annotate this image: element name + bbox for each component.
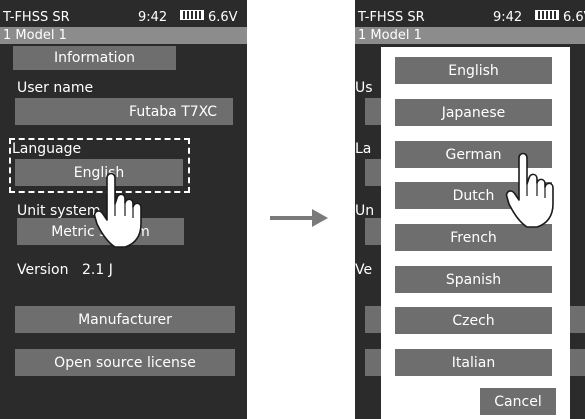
background-field-edge [570,306,585,333]
cancel-button[interactable]: Cancel [480,388,556,415]
voltage: 6.6V [208,10,238,25]
language-option-czech[interactable]: Czech [395,307,552,334]
screen-before: T-FHSS SR 9:42 6.6V 1 Model 1 Informatio… [0,0,247,419]
user-name-label: User name [17,80,94,96]
background-field-edge [365,349,381,376]
model-bar: 1 Model 1 [0,27,247,44]
background-field-edge [570,349,585,376]
model-label: 1 Model 1 [358,28,422,43]
manufacturer-button[interactable]: Manufacturer [15,306,235,333]
version-value: 2.1 J [82,262,113,278]
language-option-italian[interactable]: Italian [395,349,552,376]
model-bar: 1 Model 1 [355,27,585,44]
background-field-edge [365,218,381,245]
unit-system-label-partial: Un [355,203,375,219]
voltage: 6.6V [563,10,585,25]
user-name-label-partial: Us [355,80,373,96]
background-field-edge [365,98,381,125]
tap-hand-icon [505,152,554,228]
clock: 9:42 [138,10,168,25]
language-option-japanese[interactable]: Japanese [395,99,552,126]
background-field-edge [365,159,381,186]
language-option-spanish[interactable]: Spanish [395,266,552,293]
status-bar: T-FHSS SR 9:42 6.6V [355,10,585,26]
model-label: 1 Model 1 [3,28,67,43]
screen-after: T-FHSS SR 9:42 6.6V 1 Model 1 Us La Un V… [355,0,585,419]
language-label-partial: La [355,141,372,157]
language-option-english[interactable]: English [395,57,552,84]
language-popup: English Japanese German Dutch French Spa… [381,47,570,419]
information-button[interactable]: Information [13,46,176,70]
clock: 9:42 [493,10,523,25]
arrow-right-icon [270,209,328,227]
tap-hand-icon [93,172,142,248]
system-label: T-FHSS SR [358,10,425,25]
background-field-edge [365,306,381,333]
version-label-partial: Ve [355,262,373,278]
status-bar: T-FHSS SR 9:42 6.6V [0,10,247,26]
open-source-license-button[interactable]: Open source license [15,349,235,376]
unit-system-label: Unit system [17,203,101,219]
system-label: T-FHSS SR [3,10,70,25]
user-name-field[interactable]: Futaba T7XC [15,98,233,125]
version-label: Version [17,262,69,278]
